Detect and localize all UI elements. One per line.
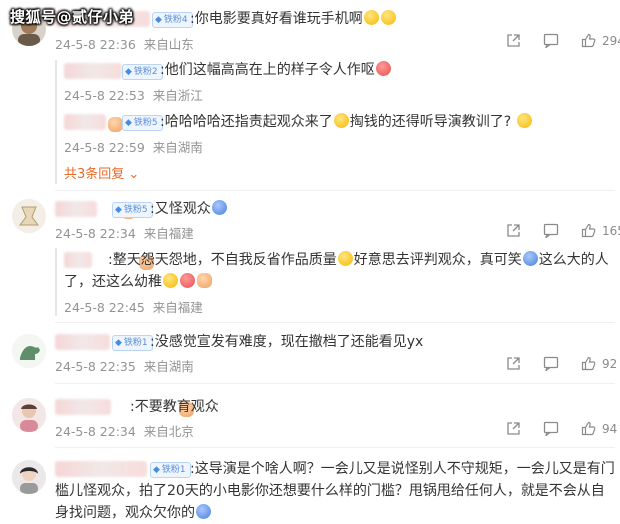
share-icon[interactable] <box>506 356 521 371</box>
comment-meta: 24-5-8 22:34 来自北京 <box>55 424 194 439</box>
comment-text: :这导演是个啥人啊？一会儿又是说怪别人不守规矩，一会儿又是有门槛儿怪观众，拍了2… <box>55 461 615 521</box>
sweat-emoji-icon <box>180 273 195 288</box>
like-button[interactable]: 94 <box>581 421 617 436</box>
like-button[interactable]: 165 <box>581 223 620 238</box>
chevron-down-icon: ⌄ <box>124 167 140 182</box>
reply-meta: 24-5-8 22:59 来自湖南 <box>64 140 203 155</box>
comment-actions: 94 <box>506 421 617 436</box>
comment-actions: 165 <box>506 223 620 238</box>
like-button[interactable]: 92 <box>581 356 617 371</box>
reply-meta: 24-5-8 22:53 来自浙江 <box>64 88 203 103</box>
comment-meta: 24-5-8 22:35 来自湖南 <box>55 359 194 374</box>
fan-badge: ◆ 铁粉4 <box>152 12 193 28</box>
like-button[interactable]: 294 <box>581 33 620 48</box>
more-replies-link[interactable]: 共3条回复 ⌄ <box>64 163 139 182</box>
reply-text: :整天怨天怨地，不自我反省作品质量 好意思去评判观众，真可笑 这么大的人了，还这么幼… <box>64 251 609 290</box>
watermark: 搜狐号@贰仔小弟 <box>10 8 135 26</box>
diamond-icon: ◆ <box>115 338 122 348</box>
like-icon <box>581 33 596 48</box>
diamond-icon: ◆ <box>125 67 132 77</box>
comment-actions: 294 <box>506 33 620 48</box>
diamond-icon: ◆ <box>125 118 132 128</box>
like-icon <box>581 421 596 436</box>
spin-emoji-icon <box>196 504 211 519</box>
diamond-icon: ◆ <box>115 205 122 215</box>
think-emoji-icon <box>337 251 353 266</box>
cat-emoji-icon <box>197 273 212 288</box>
comment-text: :没感觉宣发有难度，现在撤档了还能看见yx <box>150 334 424 350</box>
comment-icon[interactable] <box>543 421 559 436</box>
comment-icon[interactable] <box>543 223 559 238</box>
scream-emoji-icon <box>522 251 538 266</box>
reply-text: :哈哈哈哈还指责起观众来了 掏钱的还得听导演教训了? <box>160 111 533 133</box>
share-icon[interactable] <box>506 421 521 436</box>
fan-badge: ◆ 铁粉5 <box>122 115 163 131</box>
smirk-emoji-icon <box>333 113 349 128</box>
yawn-emoji-icon <box>163 273 178 288</box>
reply-text: :他们这幅高高在上的样子令人作呕 <box>160 59 392 81</box>
comment-actions: 92 <box>506 356 617 371</box>
fan-badge: ◆ 铁粉1 <box>112 335 153 351</box>
fan-avatar-icon <box>108 117 123 132</box>
comment-icon[interactable] <box>543 356 559 371</box>
comment-icon[interactable] <box>543 33 559 48</box>
diamond-icon: ◆ <box>155 15 162 25</box>
username[interactable] <box>55 399 111 415</box>
avatar[interactable] <box>12 460 46 494</box>
avatar[interactable] <box>12 334 46 368</box>
comment-meta: 24-5-8 22:36 来自山东 <box>55 37 194 52</box>
share-icon[interactable] <box>506 33 521 48</box>
laugh-emoji-icon <box>363 10 379 25</box>
smile-emoji-icon <box>516 113 532 128</box>
reply-username[interactable] <box>64 63 122 79</box>
avatar[interactable] <box>12 398 46 432</box>
laugh-emoji-icon <box>380 10 396 25</box>
fan-badge: ◆ 铁粉5 <box>112 202 153 218</box>
like-icon <box>581 356 596 371</box>
avatar[interactable] <box>12 199 46 233</box>
share-icon[interactable] <box>506 223 521 238</box>
comment-text: :又怪观众 <box>150 198 228 220</box>
comment-meta: 24-5-8 22:34 来自福建 <box>55 226 194 241</box>
scream-emoji-icon <box>211 200 227 215</box>
reply-meta: 24-5-8 22:45 来自福建 <box>64 300 203 315</box>
username[interactable] <box>55 334 110 350</box>
fan-badge: ◆ 铁粉2 <box>122 64 163 80</box>
comment-text: :不要教育观众 <box>130 399 219 415</box>
like-icon <box>581 223 596 238</box>
username[interactable] <box>55 201 97 217</box>
comment-text: :你电影要真好看谁玩手机啊 <box>190 8 397 30</box>
vomit-emoji-icon <box>375 61 391 76</box>
reply-username[interactable] <box>64 114 106 130</box>
